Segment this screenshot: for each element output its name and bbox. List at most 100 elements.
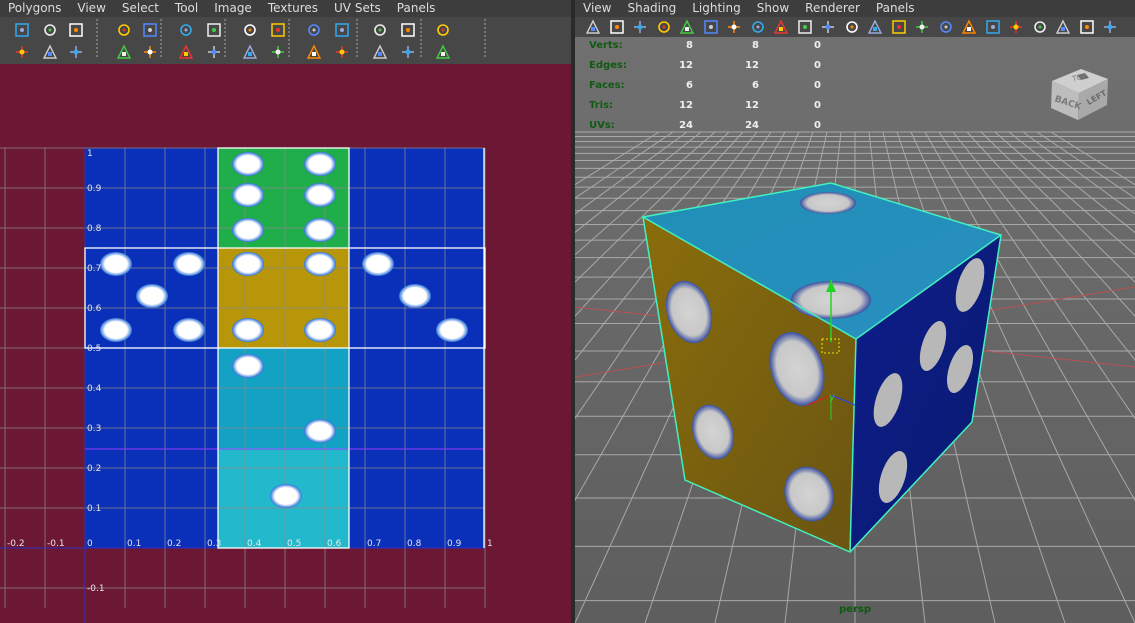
u-tick-label: 0.1 [127, 539, 141, 549]
pip-dot [232, 354, 264, 378]
unfold-icon[interactable] [204, 42, 224, 61]
flip-u-icon[interactable] [66, 42, 86, 61]
u-tick-label: 0.5 [287, 539, 301, 549]
uv-snapshot-icon[interactable] [12, 20, 32, 39]
uv-canvas[interactable]: -0.2 -0.1 0 0.1 0.2 0.3 0.4 0.5 0.6 0.7 0.8 0.9 1 0.9… [0, 64, 571, 623]
smooth-shade-icon[interactable] [889, 17, 909, 36]
v-tick-label: 0.9 [87, 184, 102, 194]
checker-icon[interactable] [332, 42, 352, 61]
snap-icon[interactable] [370, 20, 390, 39]
toolbar-separator [160, 19, 162, 59]
pip-dot [304, 183, 336, 207]
pip-dot [136, 284, 168, 308]
bookmark-icon[interactable] [607, 17, 627, 36]
screen-ao-icon[interactable] [1006, 17, 1026, 36]
menu-select[interactable]: Select [114, 0, 167, 17]
normalize-icon[interactable] [268, 42, 288, 61]
texture-borders-icon[interactable] [370, 42, 390, 61]
3d-viewport[interactable]: y Verts: 8 8 0 Edges: 12 12 0 Faces: 6 6 0 Tris: 12 12… [575, 37, 1135, 623]
v-tick-label: 0.4 [87, 384, 102, 394]
film-gate-icon[interactable] [724, 17, 744, 36]
default-material-icon[interactable] [912, 17, 932, 36]
isolate-select-icon[interactable] [304, 42, 324, 61]
dice-cube[interactable] [642, 182, 1002, 553]
menu-view[interactable]: View [69, 0, 113, 17]
split-uv-icon[interactable] [176, 42, 196, 61]
v-tick-label: 0.1 [87, 504, 101, 514]
menu-lighting[interactable]: Lighting [684, 0, 749, 17]
pip-dot [100, 318, 132, 342]
use-all-lights-icon[interactable] [959, 17, 979, 36]
menu-renderer[interactable]: Renderer [797, 0, 868, 17]
u-tick-label: 0.2 [167, 539, 181, 549]
menu-panels[interactable]: Panels [389, 0, 444, 17]
v-tick-label: 0.2 [87, 464, 101, 474]
dim-image-icon[interactable] [433, 20, 453, 39]
menu-image[interactable]: Image [206, 0, 260, 17]
rgb-channels-icon[interactable] [398, 42, 418, 61]
hud-value: 6 [752, 80, 759, 91]
pip-dot [270, 484, 302, 508]
safe-title-icon[interactable] [842, 17, 862, 36]
uv-toggle-icon[interactable] [12, 42, 32, 61]
u-tick-label: 0.6 [327, 539, 342, 549]
field-chart-icon[interactable] [795, 17, 815, 36]
pip-dot [232, 252, 264, 276]
select-uv-icon[interactable] [66, 20, 86, 39]
viewport-toolbar [575, 17, 1135, 37]
anti-alias-icon[interactable] [1053, 17, 1073, 36]
camera-attr-icon[interactable] [583, 17, 603, 36]
flip-v-icon[interactable] [114, 20, 134, 39]
rotate-uv-ccw-icon[interactable] [140, 20, 160, 39]
menu-panels[interactable]: Panels [868, 0, 923, 17]
cut-uv-icon[interactable] [140, 42, 160, 61]
sew-uv-icon[interactable] [176, 20, 196, 39]
image-plane-icon[interactable] [630, 17, 650, 36]
menu-show[interactable]: Show [749, 0, 797, 17]
u-tick-label: -0.2 [7, 539, 25, 549]
xray-icon[interactable] [1100, 17, 1120, 36]
menu-uv-sets[interactable]: UV Sets [326, 0, 389, 17]
toolbar-separator [224, 19, 226, 59]
menu-tool[interactable]: Tool [167, 0, 206, 17]
rotate-uv-icon[interactable] [114, 42, 134, 61]
hud-value: 0 [814, 100, 821, 111]
image-display-icon[interactable] [398, 20, 418, 39]
grease-pencil-icon[interactable] [677, 17, 697, 36]
shadows-icon[interactable] [983, 17, 1003, 36]
pip-dot [232, 152, 264, 176]
menu-polygons[interactable]: Polygons [0, 0, 69, 17]
straighten-icon[interactable] [268, 20, 288, 39]
view-cube[interactable]: TOP BACK LEFT [1045, 53, 1115, 123]
shaded-uv-icon[interactable] [332, 20, 352, 39]
hud-value: 24 [745, 120, 759, 131]
hud-value: 24 [679, 120, 693, 131]
motion-blur-icon[interactable] [1030, 17, 1050, 36]
grid-toggle-icon[interactable] [701, 17, 721, 36]
menu-shading[interactable]: Shading [619, 0, 684, 17]
view-cube-svg: TOP BACK LEFT [1051, 69, 1109, 120]
move-uv-icon[interactable] [40, 42, 60, 61]
wireframe-icon[interactable] [865, 17, 885, 36]
grid-uv-icon[interactable] [304, 20, 324, 39]
v-tick-label: 0.7 [87, 264, 101, 274]
gate-mask-icon[interactable] [771, 17, 791, 36]
layout-uv-icon[interactable] [204, 20, 224, 39]
hud-label: Edges: [589, 60, 627, 71]
align-icon[interactable] [240, 20, 260, 39]
menu-textures[interactable]: Textures [260, 0, 326, 17]
pip-dot [100, 252, 132, 276]
safe-action-icon[interactable] [818, 17, 838, 36]
textured-icon[interactable] [936, 17, 956, 36]
uv-texture-editor: Polygons View Select Tool Image Textures… [0, 0, 571, 623]
relax-icon[interactable] [240, 42, 260, 61]
2d-pan-icon[interactable] [654, 17, 674, 36]
camera-name: persp [839, 604, 871, 615]
resolution-gate-icon[interactable] [748, 17, 768, 36]
menu-view[interactable]: View [575, 0, 619, 17]
uv-filter-icon[interactable] [40, 20, 60, 39]
filter-image-icon[interactable] [433, 42, 453, 61]
isolate-icon[interactable] [1077, 17, 1097, 36]
pip-dot [304, 152, 336, 176]
v-max-label: 1 [87, 149, 93, 159]
